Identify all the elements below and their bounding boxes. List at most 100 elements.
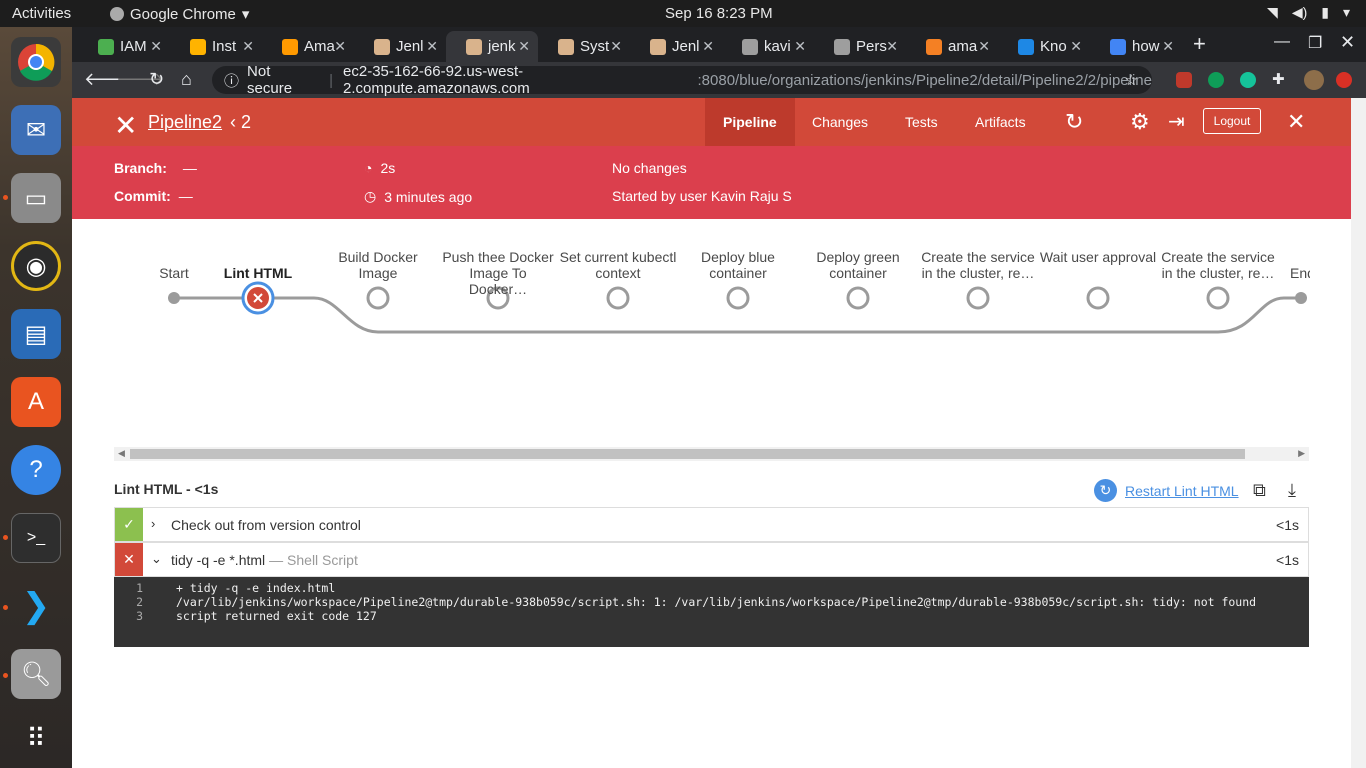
scroll-left-icon[interactable]: ◀ bbox=[118, 448, 125, 459]
new-tab-button[interactable]: + bbox=[1193, 31, 1206, 57]
step-row-checkout[interactable]: ✓ › Check out from version control <1s bbox=[114, 507, 1309, 542]
stage-label[interactable]: End bbox=[1290, 265, 1310, 281]
tab-changes[interactable]: Changes bbox=[794, 98, 886, 146]
files-icon[interactable]: ▭ bbox=[11, 173, 61, 223]
close-tab-icon[interactable]: ✕ bbox=[150, 38, 162, 55]
rerun-icon[interactable]: ↻ bbox=[1065, 109, 1083, 135]
show-apps-icon[interactable]: ⠿ bbox=[11, 713, 61, 763]
rhythmbox-icon[interactable]: ◉ bbox=[11, 241, 61, 291]
close-icon[interactable]: ✕ bbox=[114, 109, 137, 142]
stage-node[interactable] bbox=[366, 286, 390, 310]
open-external-icon[interactable]: ⧉ bbox=[1253, 480, 1266, 501]
close-tab-icon[interactable]: ✕ bbox=[1070, 38, 1082, 55]
address-bar[interactable]: ⓘ Not secure | ec2-35-162-66-92.us-west-… bbox=[212, 63, 1152, 97]
download-icon[interactable]: ⤓ bbox=[1288, 480, 1296, 501]
browser-tab[interactable]: ama ✕ bbox=[906, 31, 998, 62]
extension-icon[interactable] bbox=[1208, 72, 1224, 88]
puzzle-icon[interactable]: ✚ bbox=[1272, 70, 1288, 88]
help-icon[interactable]: ? bbox=[11, 445, 61, 495]
update-icon[interactable] bbox=[1336, 72, 1352, 88]
close-tab-icon[interactable]: ✕ bbox=[794, 38, 806, 55]
stage-node[interactable] bbox=[846, 286, 870, 310]
time-row: ◷ 3 minutes ago bbox=[364, 188, 472, 205]
browser-tab[interactable]: how ✕ bbox=[1090, 31, 1182, 62]
gear-icon[interactable]: ⚙ bbox=[1130, 109, 1150, 135]
browser-tab[interactable]: Jenl ✕ bbox=[354, 31, 446, 62]
thunderbird-icon[interactable]: ✉ bbox=[11, 105, 61, 155]
success-icon: ✓ bbox=[115, 508, 143, 541]
extension-icon[interactable] bbox=[1176, 72, 1192, 88]
bookmark-star-icon[interactable]: ☆ bbox=[1125, 71, 1138, 89]
stage-label[interactable]: Create the service in the cluster, re… bbox=[1159, 249, 1277, 281]
stage-label[interactable]: Start bbox=[144, 265, 204, 281]
maximize-button[interactable]: ❐ bbox=[1308, 33, 1322, 53]
stage-label[interactable]: Deploy blue container bbox=[679, 249, 797, 281]
page-scrollbar[interactable] bbox=[1351, 98, 1366, 768]
stage-label[interactable]: Push thee Docker Image To Docker… bbox=[439, 249, 557, 297]
exit-icon[interactable]: ⇥ bbox=[1168, 109, 1185, 134]
scrollbar-thumb[interactable] bbox=[130, 449, 1245, 459]
avatar[interactable] bbox=[1304, 70, 1324, 90]
stage-label[interactable]: Create the service in the cluster, re… bbox=[919, 249, 1037, 281]
chrome-dock-icon[interactable] bbox=[11, 37, 61, 87]
browser-tab[interactable]: Inst ✕ bbox=[170, 31, 262, 62]
stage-label[interactable]: Lint HTML bbox=[199, 265, 317, 281]
stage-label[interactable]: Wait user approval bbox=[1039, 249, 1157, 265]
logout-button[interactable]: Logout bbox=[1203, 108, 1261, 134]
stage-node[interactable] bbox=[606, 286, 630, 310]
close-icon[interactable]: ✕ bbox=[1287, 109, 1305, 135]
restart-stage-button[interactable]: ↻ Restart Lint HTML bbox=[1094, 479, 1239, 502]
minimize-button[interactable]: — bbox=[1274, 33, 1290, 51]
vscode-icon[interactable]: ❯ bbox=[11, 581, 61, 631]
close-tab-icon[interactable]: ✕ bbox=[242, 38, 254, 55]
stage-label[interactable]: Deploy green container bbox=[799, 249, 917, 281]
restart-link[interactable]: Restart Lint HTML bbox=[1125, 483, 1239, 499]
tab-label: Inst bbox=[212, 38, 237, 55]
stage-node[interactable] bbox=[726, 286, 750, 310]
pipeline-title-link[interactable]: Pipeline2 bbox=[148, 112, 222, 133]
writer-icon[interactable]: ▤ bbox=[11, 309, 61, 359]
step-name: Check out from version control bbox=[171, 517, 361, 533]
close-tab-icon[interactable]: ✕ bbox=[1162, 38, 1174, 55]
activities-button[interactable]: Activities bbox=[12, 5, 71, 22]
browser-tab[interactable]: Pers ✕ bbox=[814, 31, 906, 62]
browser-tab[interactable]: IAM ✕ bbox=[78, 31, 170, 62]
tab-artifacts[interactable]: Artifacts bbox=[957, 98, 1044, 146]
browser-tab[interactable]: Jenl ✕ bbox=[630, 31, 722, 62]
graph-scrollbar[interactable]: ◀ ▶ bbox=[114, 447, 1309, 461]
step-row-tidy[interactable]: ✕ ⌄ tidy -q -e *.html — Shell Script <1s bbox=[114, 542, 1309, 577]
tab-pipeline[interactable]: Pipeline bbox=[705, 98, 795, 146]
close-tab-icon[interactable]: ✕ bbox=[702, 38, 714, 55]
browser-tab[interactable]: Syst ✕ bbox=[538, 31, 630, 62]
close-tab-icon[interactable]: ✕ bbox=[886, 38, 898, 55]
stage-node[interactable] bbox=[1206, 286, 1230, 310]
close-tab-icon[interactable]: ✕ bbox=[334, 38, 346, 55]
stage-node[interactable] bbox=[1086, 286, 1110, 310]
caret-down-icon: ▾ bbox=[1342, 4, 1350, 20]
terminal-icon[interactable]: >_ bbox=[11, 513, 61, 563]
app-menu[interactable]: Google Chrome ▾ bbox=[110, 5, 249, 23]
grammarly-icon[interactable] bbox=[1240, 72, 1256, 88]
line-number: 2 bbox=[136, 595, 143, 609]
browser-tab[interactable]: Ama ✕ bbox=[262, 31, 354, 62]
chrome-logo-icon bbox=[18, 43, 55, 81]
home-button[interactable]: ⌂ bbox=[181, 69, 192, 90]
tab-tests[interactable]: Tests bbox=[887, 98, 956, 146]
close-window-button[interactable]: ✕ bbox=[1340, 32, 1355, 53]
search-app-icon[interactable]: 🔍︎ bbox=[11, 649, 61, 699]
close-tab-icon[interactable]: ✕ bbox=[426, 38, 438, 55]
browser-tab[interactable]: jenk ✕ bbox=[446, 31, 538, 62]
stage-node[interactable] bbox=[966, 286, 990, 310]
reload-button[interactable]: ↻ bbox=[149, 69, 164, 90]
stage-label[interactable]: Build Docker Image bbox=[319, 249, 437, 281]
browser-tab[interactable]: Kno ✕ bbox=[998, 31, 1090, 62]
clock[interactable]: Sep 16 8:23 PM bbox=[665, 5, 773, 22]
stage-label[interactable]: Set current kubectl context bbox=[559, 249, 677, 281]
browser-tab[interactable]: kavi ✕ bbox=[722, 31, 814, 62]
software-icon[interactable]: A bbox=[11, 377, 61, 427]
system-tray[interactable]: ◥ ◀) ▮ ▾ bbox=[1267, 4, 1350, 21]
scroll-right-icon[interactable]: ▶ bbox=[1298, 448, 1305, 459]
close-tab-icon[interactable]: ✕ bbox=[610, 38, 622, 55]
close-tab-icon[interactable]: ✕ bbox=[978, 38, 990, 55]
close-tab-icon[interactable]: ✕ bbox=[518, 38, 530, 55]
